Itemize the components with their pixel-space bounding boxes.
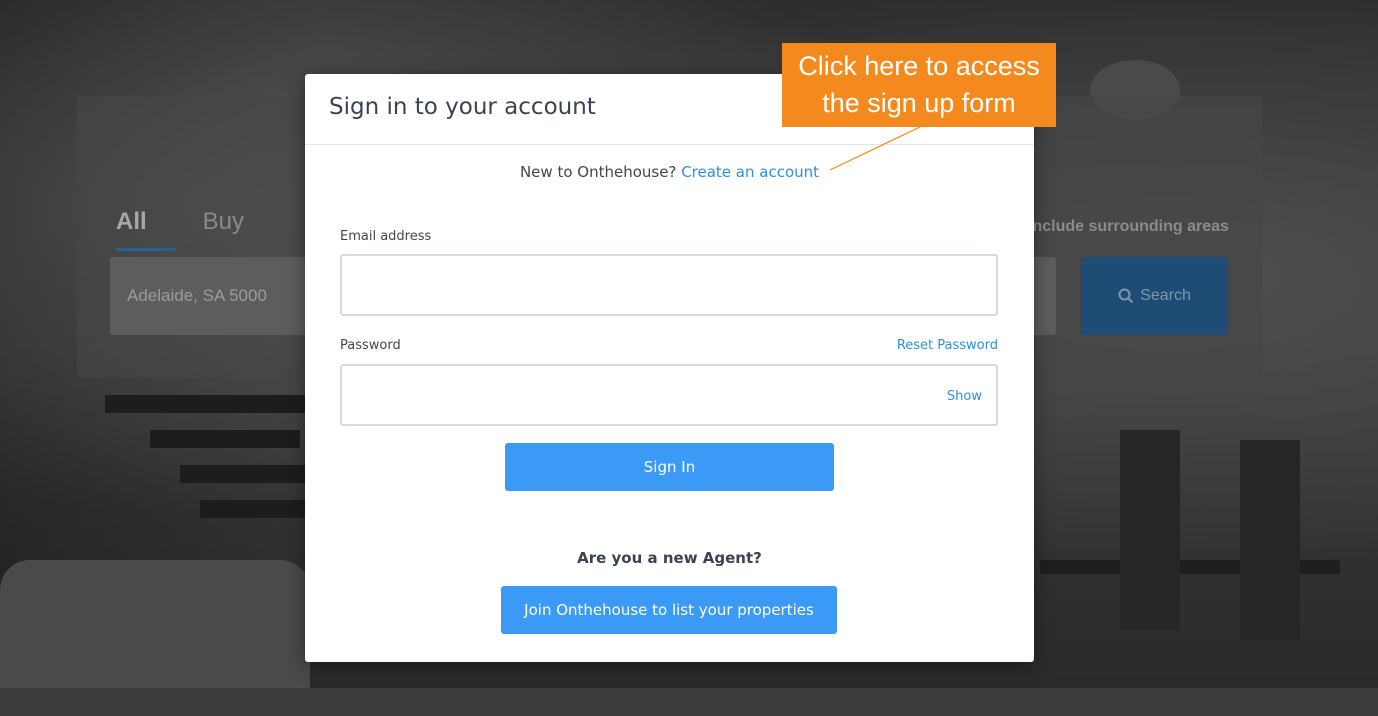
search-icon [1118, 288, 1134, 304]
dining-chair [1120, 430, 1180, 630]
stair-step [105, 395, 305, 413]
sofa [0, 560, 310, 688]
callout-annotation: Click here to access the sign up form [782, 43, 1056, 127]
tab-all[interactable]: All [116, 208, 175, 251]
stair-step [180, 465, 310, 483]
password-field[interactable]: Show [340, 364, 998, 426]
dining-chair [1240, 440, 1300, 640]
agent-question: Are you a new Agent? [577, 549, 762, 567]
callout-line-1: Click here to access [798, 51, 1040, 81]
show-password-toggle[interactable]: Show [947, 389, 982, 404]
create-account-link[interactable]: Create an account [681, 163, 819, 181]
new-user-prompt: New to Onthehouse? [519, 163, 677, 181]
new-user-prompt-line: New to Onthehouse? Create an account [305, 163, 1034, 181]
join-agent-button[interactable]: Join Onthehouse to list your properties [501, 586, 837, 634]
location-search-value: Adelaide, SA 5000 [127, 286, 267, 305]
search-button[interactable]: Search [1081, 257, 1228, 335]
footer-strip [0, 688, 1378, 716]
email-field[interactable] [340, 254, 998, 316]
stair-step [150, 430, 300, 448]
sign-in-button[interactable]: Sign In [505, 443, 834, 491]
include-surrounding-areas-label[interactable]: Include surrounding areas [1028, 218, 1229, 236]
search-tabs: All Buy [116, 208, 244, 251]
reset-password-link[interactable]: Reset Password [897, 338, 998, 353]
stair-step [200, 500, 310, 518]
callout-line-2: the sign up form [822, 88, 1016, 118]
email-label: Email address [340, 229, 432, 244]
search-button-label: Search [1140, 287, 1191, 304]
tab-buy[interactable]: Buy [203, 208, 244, 251]
sign-in-modal: Sign in to your account New to Onthehous… [305, 74, 1034, 662]
password-label: Password [340, 338, 401, 353]
